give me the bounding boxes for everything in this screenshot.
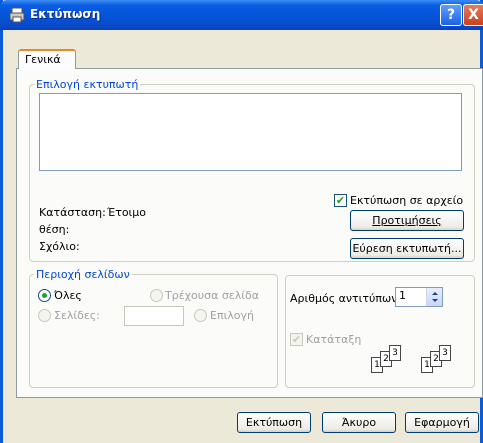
print-button-label: Εκτύπωση (245, 416, 303, 429)
copies-value: 1 (399, 289, 406, 302)
spin-arrows-icon (432, 292, 438, 302)
print-to-file-label: Εκτύπωση σε αρχείο (350, 194, 464, 207)
selection-radio[interactable] (194, 309, 207, 322)
window-title: Εκτύπωση (30, 7, 101, 21)
preferences-button-label: Προτιμήσεις (372, 214, 442, 227)
comment-label: Σχόλιο: (39, 240, 80, 253)
pages-label: Σελίδες: (54, 309, 100, 322)
help-button[interactable]: ? (440, 4, 462, 26)
close-button[interactable]: X (463, 4, 483, 26)
page-range-group: Περιοχή σελίδων (29, 268, 278, 388)
status-label: Κατάσταση: (39, 206, 106, 219)
collate-pages-icon: 1 2 3 (371, 345, 415, 375)
page-range-legend: Περιοχή σελίδων (36, 268, 130, 281)
title-bar[interactable]: Εκτύπωση ? X (0, 0, 483, 30)
cancel-button-label: Άκυρο (341, 416, 377, 429)
copies-spinner[interactable] (426, 288, 442, 306)
find-printer-button-label: Εύρεση εκτυπωτή... (352, 242, 462, 255)
all-pages-label: Όλες (54, 289, 82, 302)
selection-label: Επιλογή (210, 309, 255, 322)
printer-selection-legend: Επιλογή εκτυπωτή (36, 78, 139, 91)
print-button[interactable]: Εκτύπωση (237, 412, 311, 433)
printer-icon (9, 7, 25, 23)
tab-general[interactable]: Γενικά (18, 49, 76, 69)
preferences-button[interactable]: Προτιμήσεις (350, 210, 464, 231)
pages-radio[interactable] (38, 309, 51, 322)
copies-label: Αριθμός αντιτύπων (290, 292, 398, 305)
collate-checkbox[interactable]: ✔ (290, 333, 303, 346)
status-value: Έτοιμο (107, 206, 147, 219)
apply-button[interactable]: Εφαρμογή (405, 412, 479, 433)
location-label: θέση: (39, 223, 70, 236)
apply-button-label: Εφαρμογή (414, 416, 470, 429)
current-page-radio[interactable] (150, 289, 163, 302)
print-dialog: Εκτύπωση ? X Γενικά Επιλογή εκτυπωτή ✔ Ε… (0, 0, 483, 443)
all-pages-radio[interactable] (38, 289, 51, 302)
printer-list[interactable] (39, 93, 462, 171)
current-page-label: Τρέχουσα σελίδα (165, 289, 259, 302)
collate-label: Κατάταξη (306, 333, 362, 346)
pages-input[interactable] (124, 306, 184, 326)
print-to-file-checkbox[interactable]: ✔ (334, 194, 347, 207)
cancel-button[interactable]: Άκυρο (322, 412, 396, 433)
collate-pages-icon-2: 1 2 3 (421, 345, 465, 375)
find-printer-button[interactable]: Εύρεση εκτυπωτή... (350, 238, 464, 259)
